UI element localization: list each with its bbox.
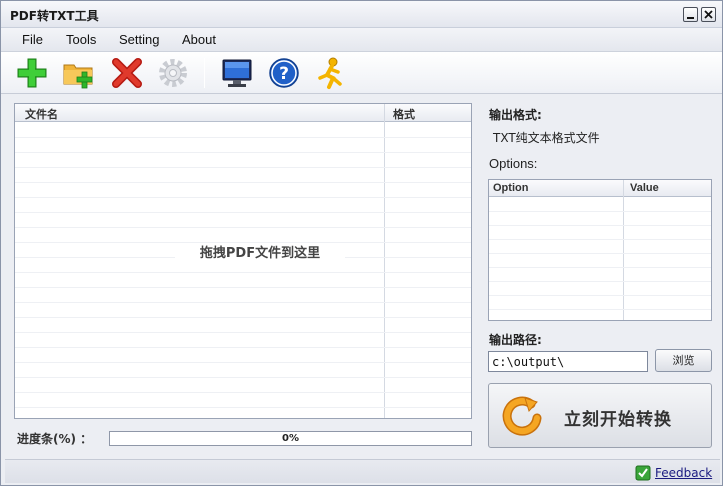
table-row: [15, 167, 471, 168]
refresh-icon: [502, 396, 542, 436]
table-row: [15, 347, 471, 348]
options-table[interactable]: Option Value: [488, 179, 712, 321]
table-row: [489, 267, 711, 268]
progress-label: 进度条(%) ：: [17, 432, 93, 446]
table-row: [489, 211, 711, 212]
status-bar: Feedback: [5, 459, 720, 483]
main-window: PDF转TXT工具 File Tools Setting About ? 文件名…: [0, 0, 723, 486]
help-icon: ?: [269, 58, 299, 88]
minimize-button[interactable]: [683, 7, 698, 22]
table-row: [489, 225, 711, 226]
table-row: [15, 392, 471, 393]
menu-file[interactable]: File: [22, 32, 43, 47]
table-row: [489, 253, 711, 254]
monitor-button[interactable]: [220, 56, 254, 90]
table-row: [15, 227, 471, 228]
file-list[interactable]: 文件名 格式 拖拽PDF文件到这里: [14, 103, 472, 419]
drop-hint: 拖拽PDF文件到这里: [175, 244, 345, 264]
column-value[interactable]: Value: [630, 182, 659, 194]
runner-icon: [318, 57, 342, 89]
toolbar-separator: [204, 58, 205, 88]
table-row: [15, 377, 471, 378]
table-row: [15, 317, 471, 318]
table-row: [15, 242, 471, 243]
menu-bar: File Tools Setting About: [1, 28, 722, 52]
table-row: [489, 309, 711, 310]
toolbar: ?: [1, 52, 722, 94]
column-format[interactable]: 格式: [393, 106, 415, 122]
delete-button[interactable]: [110, 56, 144, 90]
options-table-header: Option Value: [489, 180, 711, 197]
column-divider: [623, 180, 624, 320]
add-folder-button[interactable]: [62, 56, 96, 90]
close-button[interactable]: [701, 7, 716, 22]
table-row: [489, 281, 711, 282]
svg-text:?: ?: [279, 64, 289, 84]
help-button[interactable]: ?: [267, 56, 301, 90]
start-convert-button[interactable]: 立刻开始转换: [488, 383, 712, 448]
output-format-value: TXT纯文本格式文件: [493, 131, 600, 145]
table-row: [15, 137, 471, 138]
table-row: [15, 302, 471, 303]
column-filename[interactable]: 文件名: [25, 106, 58, 122]
settings-button[interactable]: [156, 56, 190, 90]
table-row: [15, 407, 471, 408]
output-format-label: 输出格式:: [489, 108, 542, 122]
start-convert-label: 立刻开始转换: [564, 410, 672, 430]
add-folder-icon: [63, 64, 93, 89]
output-path-input[interactable]: [488, 351, 648, 372]
file-list-header: 文件名 格式: [15, 104, 471, 122]
menu-tools[interactable]: Tools: [66, 32, 96, 47]
table-row: [489, 295, 711, 296]
progress-text: 0%: [282, 433, 299, 444]
table-row: [15, 287, 471, 288]
table-row: [15, 197, 471, 198]
monitor-icon: [222, 59, 252, 87]
progress-bar: 0%: [109, 431, 472, 446]
browse-button[interactable]: 浏览: [655, 349, 712, 372]
window-title: PDF转TXT工具: [10, 9, 99, 23]
menu-about[interactable]: About: [182, 32, 216, 47]
close-icon: [704, 10, 713, 19]
run-button[interactable]: [313, 56, 347, 90]
feedback-label[interactable]: Feedback: [655, 466, 712, 480]
add-file-icon: [17, 58, 47, 88]
table-row: [15, 212, 471, 213]
menu-setting[interactable]: Setting: [119, 32, 159, 47]
table-row: [15, 332, 471, 333]
delete-icon: [112, 58, 142, 88]
table-row: [15, 362, 471, 363]
table-row: [15, 152, 471, 153]
table-row: [489, 239, 711, 240]
output-path-label: 输出路径:: [489, 333, 542, 347]
title-bar: PDF转TXT工具: [1, 1, 722, 28]
options-label: Options:: [489, 156, 538, 171]
check-icon: [635, 465, 651, 481]
add-file-button[interactable]: [15, 56, 49, 90]
table-row: [15, 182, 471, 183]
settings-icon: [159, 59, 187, 87]
table-row: [15, 272, 471, 273]
column-option[interactable]: Option: [493, 182, 528, 194]
